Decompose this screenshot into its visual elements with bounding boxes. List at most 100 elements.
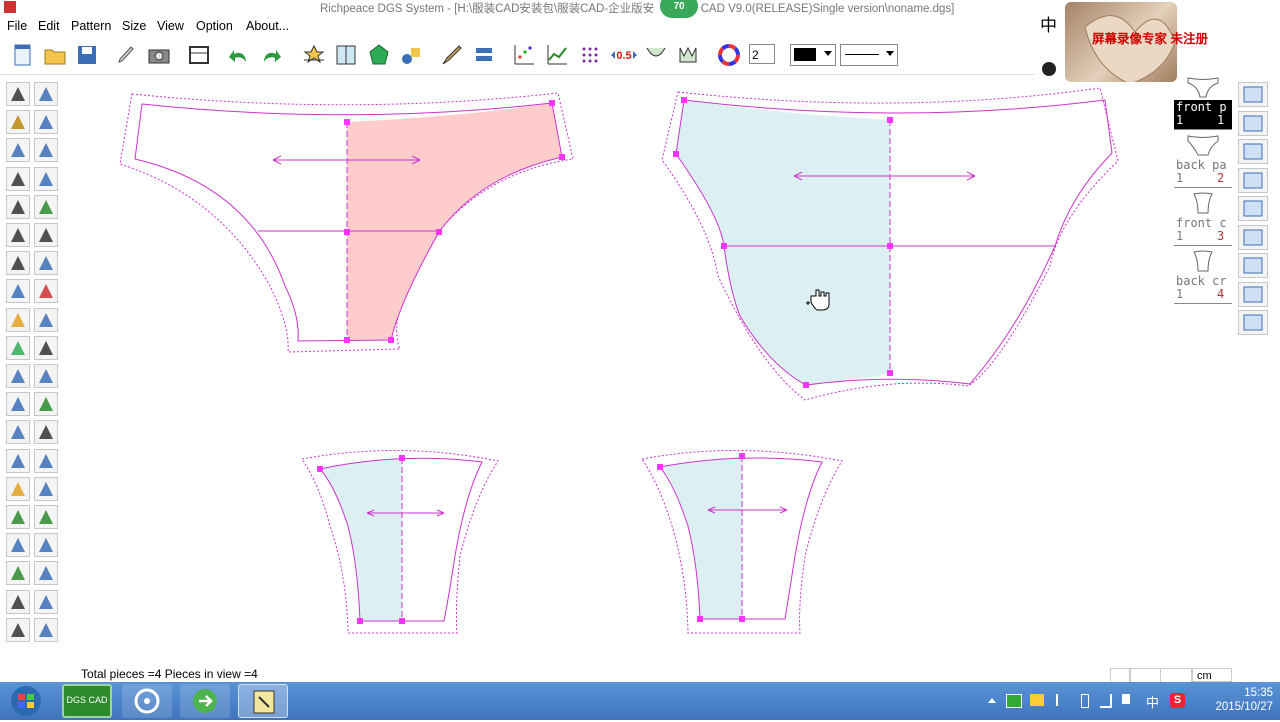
shapes-icon[interactable] (399, 42, 423, 68)
tray-battery-icon[interactable] (1081, 694, 1089, 708)
piece-move-icon[interactable] (1238, 196, 1268, 221)
save-icon[interactable] (75, 42, 99, 68)
curve-up-icon[interactable] (644, 42, 668, 68)
distance-tool-icon[interactable] (34, 223, 58, 247)
piece-flip-icon[interactable] (1238, 167, 1268, 193)
spiral-tool-icon[interactable] (6, 448, 30, 473)
piece-list-item[interactable]: front p 1 1 (1174, 73, 1232, 130)
text-tool-icon[interactable] (6, 617, 30, 642)
scissors-cut-icon[interactable] (6, 533, 30, 558)
shirt-piece-icon[interactable] (34, 110, 58, 135)
rotate-tool-icon[interactable] (34, 392, 58, 417)
rain-tool-icon[interactable] (34, 617, 58, 642)
lines-tool-icon[interactable] (6, 561, 30, 586)
undo-icon[interactable] (227, 42, 251, 68)
step-size-icon[interactable]: 0.5 (610, 42, 638, 68)
skirt-tool-icon[interactable] (6, 420, 30, 445)
plotter-icon[interactable] (187, 42, 211, 68)
piece-list-item[interactable]: back cr 1 4 (1174, 247, 1232, 304)
menu-view[interactable]: View (157, 19, 184, 33)
dotted-line-icon[interactable] (1238, 253, 1268, 278)
piece-import-icon[interactable] (1238, 82, 1268, 107)
pattern-drawing[interactable] (80, 76, 1173, 666)
piece-back-crotch[interactable] (641, 449, 843, 634)
dart-tool-icon[interactable] (34, 279, 58, 304)
piece-fill-icon[interactable] (6, 335, 30, 360)
cut-line-icon[interactable] (6, 194, 30, 219)
align-tool-icon[interactable] (1238, 224, 1268, 250)
taskbar-app-browser[interactable] (180, 684, 230, 718)
pattern-canvas[interactable] (80, 76, 1173, 666)
grading-icon[interactable] (302, 42, 326, 68)
pleat-tool-icon[interactable] (34, 307, 58, 332)
tray-app-icon[interactable] (1030, 694, 1044, 706)
curve-adjust-icon[interactable] (1238, 139, 1268, 164)
rectangle-tool-icon[interactable] (6, 138, 30, 163)
curve-zigzag-icon[interactable] (677, 42, 701, 68)
taskbar-clock[interactable]: 15:35 2015/10/27 (1193, 686, 1273, 714)
curve-edit-icon[interactable] (34, 364, 58, 388)
line-width-input[interactable]: 2 (749, 44, 775, 64)
column-tool-icon[interactable] (6, 364, 30, 388)
menu-about[interactable]: About... (246, 19, 289, 33)
unit-indicator[interactable]: cm (1192, 668, 1232, 682)
pencil-edit-icon[interactable] (114, 42, 138, 68)
select-point-icon[interactable] (34, 82, 58, 106)
save-piece-icon[interactable] (1238, 310, 1268, 335)
grade-tool-icon[interactable] (34, 476, 58, 501)
menu-file[interactable]: File (7, 19, 27, 33)
redo-icon[interactable] (259, 42, 283, 68)
layers-icon[interactable] (472, 42, 496, 68)
key-tool-icon[interactable] (6, 476, 30, 501)
parallelogram-icon[interactable] (6, 392, 30, 417)
new-file-icon[interactable] (11, 42, 35, 68)
menu-pattern[interactable]: Pattern (71, 19, 111, 33)
tray-app-icon[interactable] (1006, 694, 1022, 708)
piece-frame-icon[interactable] (334, 42, 358, 68)
pencil-tool-icon[interactable] (6, 110, 30, 135)
goggles-tool-icon[interactable] (6, 223, 30, 247)
piece-copy-icon[interactable] (1238, 110, 1268, 136)
triangle-tool-icon[interactable] (6, 505, 30, 529)
tray-flag-icon[interactable] (1056, 694, 1068, 706)
start-button[interactable] (4, 684, 48, 718)
mirror-tool-icon[interactable] (34, 448, 58, 473)
paint-tool-icon[interactable] (34, 561, 58, 586)
app-icon[interactable] (4, 1, 16, 13)
taskbar-app-dgs[interactable]: DGS CAD (62, 684, 112, 718)
piece-back-panel[interactable] (661, 87, 1119, 401)
grid-lines-icon[interactable] (6, 589, 30, 614)
tray-ime-label[interactable]: 中 (1146, 692, 1159, 711)
tray-sogou-icon[interactable]: S (1170, 693, 1185, 708)
piece-list-item[interactable]: back pa 1 2 (1174, 131, 1232, 188)
menu-option[interactable]: Option (196, 19, 233, 33)
frame-tool-icon[interactable] (34, 335, 58, 360)
taskbar-app-network[interactable] (122, 684, 172, 718)
line-style-select[interactable] (840, 44, 898, 66)
scatter-icon[interactable] (512, 42, 536, 68)
ruler-tool-icon[interactable] (6, 307, 30, 332)
tray-signal-icon[interactable] (1100, 694, 1112, 708)
ime-settings-icon[interactable] (1042, 62, 1056, 76)
tape-tool-icon[interactable] (34, 505, 58, 529)
grid-dots-icon[interactable] (578, 42, 602, 68)
color-wheel-icon[interactable] (717, 42, 741, 68)
piece-front-crotch[interactable] (301, 449, 499, 634)
fill-bucket-icon[interactable] (34, 533, 58, 558)
piece-list-item[interactable]: front c 1 3 (1174, 189, 1232, 246)
piece-front-panel[interactable] (119, 92, 574, 353)
scissors-edit-icon[interactable] (6, 279, 30, 304)
tray-show-hidden-icon[interactable] (988, 698, 996, 703)
measure-tool-icon[interactable] (6, 166, 30, 191)
sleeve-tool-icon[interactable] (34, 166, 58, 191)
brush-icon[interactable] (439, 42, 463, 68)
menu-size[interactable]: Size (122, 19, 146, 33)
tray-volume-icon[interactable] (1122, 694, 1130, 704)
pentagon-fill-icon[interactable] (367, 42, 391, 68)
color-select[interactable] (790, 44, 836, 66)
menu-edit[interactable]: Edit (38, 19, 60, 33)
fold-tool-icon[interactable] (34, 194, 58, 219)
seam-tool-icon[interactable] (34, 589, 58, 614)
select-arrow-icon[interactable] (6, 82, 30, 106)
layout-tool-icon[interactable] (1238, 281, 1268, 307)
